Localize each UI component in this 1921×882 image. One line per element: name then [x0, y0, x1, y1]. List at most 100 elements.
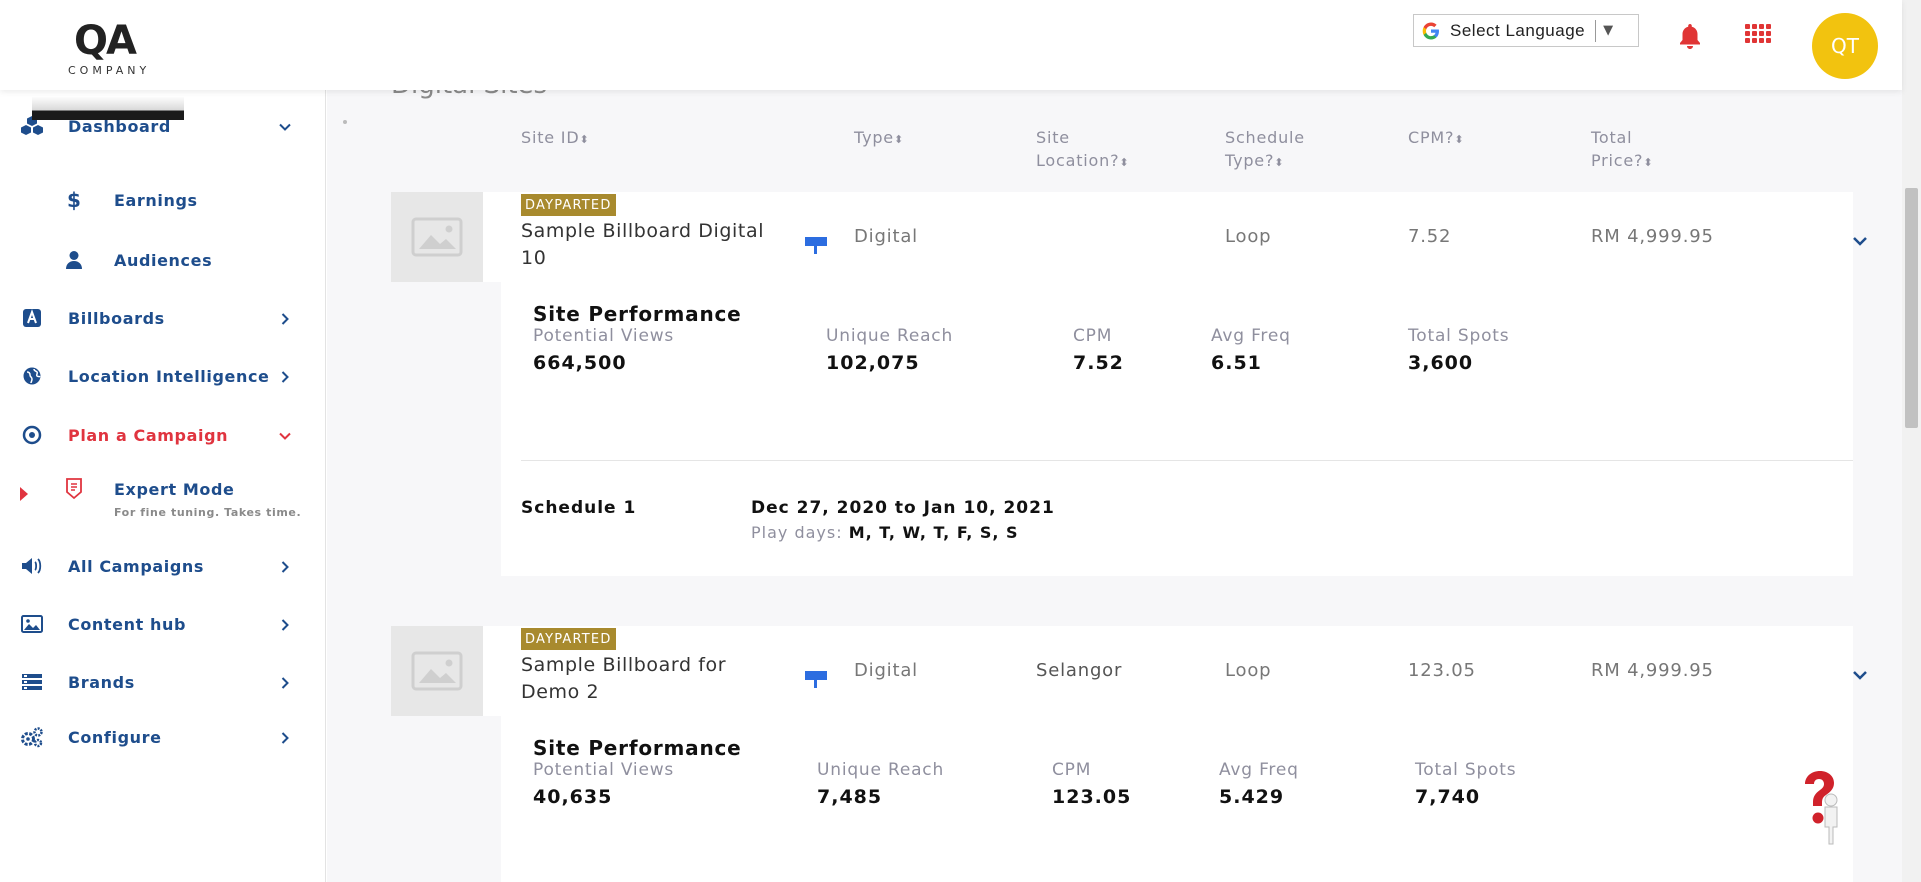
sidebar-item-audiences[interactable]: Audiences [0, 240, 326, 280]
site-performance-panel: Site Performance Potential Views 40,635 … [501, 716, 1853, 882]
user-avatar[interactable]: QT [1812, 13, 1878, 79]
sidebar-item-label: Audiences [114, 250, 213, 270]
divider [521, 460, 1853, 461]
column-header-cpm[interactable]: CPM?⬍ [1408, 126, 1464, 151]
sidebar-item-billboards[interactable]: Billboards [0, 298, 326, 338]
logo-strip [32, 96, 184, 120]
metric-label: Total Spots [1415, 760, 1517, 780]
scrollbar-thumb[interactable] [1905, 188, 1918, 428]
sidebar-item-label: Content hub [68, 614, 187, 634]
image-placeholder-icon [411, 651, 463, 691]
logo-wordmark: COMPANY [68, 64, 151, 77]
language-select[interactable]: Select Language ▼ [1413, 14, 1639, 47]
image-placeholder-icon [411, 217, 463, 257]
billboard-icon [20, 306, 44, 330]
sort-icon: ⬍ [1119, 156, 1130, 169]
top-header: QA COMPANY Select Language ▼ QT [0, 0, 1902, 120]
site-name[interactable]: Sample Billboard Digital 10 [521, 218, 791, 272]
globe-icon [20, 364, 44, 388]
chevron-down-icon[interactable] [1852, 666, 1868, 680]
language-label: Select Language [1450, 20, 1586, 40]
sidebar-item-label: Configure [68, 727, 162, 747]
metric-value: 6.51 [1211, 352, 1262, 374]
scrollbar[interactable] [1902, 0, 1921, 882]
language-divider [1595, 19, 1597, 42]
main-content: Digital Sites Site ID⬍ Type⬍ Site Locati… [327, 90, 1902, 882]
image-icon [20, 612, 44, 636]
sidebar-item-label: Location Intelligence [68, 366, 270, 386]
sidebar-item-content-hub[interactable]: Content hub [0, 604, 326, 644]
column-header-total-price[interactable]: Total Price?⬍ [1591, 126, 1653, 174]
schedule-label: Schedule 1 [521, 498, 637, 518]
chevron-right-icon [278, 617, 292, 631]
sort-icon: ⬍ [579, 133, 590, 146]
chevron-right-icon [278, 675, 292, 689]
metric-value: 5.429 [1219, 786, 1285, 808]
metric-label: Unique Reach [826, 326, 954, 346]
metric-value: 40,635 [533, 786, 613, 808]
google-icon [1418, 18, 1444, 44]
expert-mode-hint: For fine tuning. Takes time. [114, 506, 302, 519]
company-logo[interactable]: QA COMPANY [32, 12, 184, 120]
help-icon[interactable] [1797, 770, 1845, 846]
chevron-down-icon [278, 428, 292, 442]
sort-icon: ⬍ [1643, 156, 1654, 169]
apps-grid-icon[interactable] [1745, 24, 1771, 46]
metric-value: 664,500 [533, 352, 627, 374]
sidebar-item-label: Earnings [114, 190, 198, 210]
chevron-down-icon[interactable] [1852, 232, 1868, 246]
sidebar-item-earnings[interactable]: $ Earnings [0, 180, 326, 220]
site-location: Selangor [1036, 660, 1123, 681]
metric-value: 7.52 [1073, 352, 1124, 374]
app-window: QA COMPANY Select Language ▼ QT Dashboar… [0, 0, 1921, 882]
section-title: Digital Sites [391, 90, 547, 100]
chevron-down-icon [278, 119, 292, 133]
metric-value: 7,485 [817, 786, 883, 808]
chevron-right-icon [278, 559, 292, 573]
table-row[interactable]: DAYPARTED Sample Billboard for Demo 2 Di… [391, 626, 1867, 716]
sidebar-item-plan-a-campaign[interactable]: Plan a Campaign [0, 415, 326, 455]
user-icon [62, 248, 86, 272]
column-header-schedule-type[interactable]: Schedule Type?⬍ [1225, 126, 1305, 174]
metric-value: 7,740 [1415, 786, 1481, 808]
perf-title: Site Performance [533, 736, 742, 760]
site-name[interactable]: Sample Billboard for Demo 2 [521, 652, 791, 706]
table-row[interactable]: DAYPARTED Sample Billboard Digital 10 Di… [391, 192, 1867, 282]
sort-icon: ⬍ [893, 133, 904, 146]
metric-value: 3,600 [1408, 352, 1474, 374]
total-price: RM 4,999.95 [1591, 226, 1714, 247]
column-header-type[interactable]: Type⬍ [854, 126, 904, 151]
metric-label: Potential Views [533, 326, 675, 346]
total-price: RM 4,999.95 [1591, 660, 1714, 681]
metric-value: 123.05 [1052, 786, 1132, 808]
metric-label: Avg Freq [1211, 326, 1291, 346]
billboard-flag-icon [805, 234, 827, 256]
list-icon [20, 670, 44, 694]
logo-mark: QA [74, 18, 137, 64]
metric-label: Avg Freq [1219, 760, 1299, 780]
sort-icon: ⬍ [1274, 156, 1285, 169]
metric-label: Potential Views [533, 760, 675, 780]
column-header-site-id[interactable]: Site ID⬍ [521, 126, 589, 151]
schedule-days: Play days: M, T, W, T, F, S, S [751, 523, 1019, 542]
site-thumbnail [391, 192, 483, 282]
collapse-dot[interactable] [343, 120, 347, 124]
sidebar-item-all-campaigns[interactable]: All Campaigns [0, 546, 326, 586]
sidebar-item-label: Brands [68, 672, 135, 692]
sidebar-item-brands[interactable]: Brands [0, 662, 326, 702]
chevron-right-icon [278, 730, 292, 744]
dollar-icon: $ [67, 188, 81, 212]
speaker-icon [20, 554, 44, 578]
sort-icon: ⬍ [1454, 133, 1465, 146]
sidebar-item-label: Plan a Campaign [68, 425, 229, 445]
chevron-down-icon: ▼ [1603, 23, 1614, 38]
sidebar-item-location-intelligence[interactable]: Location Intelligence [0, 356, 326, 396]
sidebar-item-expert-mode[interactable]: Expert Mode [0, 469, 326, 509]
site-performance-panel: Site Performance Potential Views 664,500… [501, 282, 1853, 576]
site-cpm: 7.52 [1408, 226, 1452, 247]
bell-icon[interactable] [1677, 22, 1703, 50]
billboard-flag-icon [805, 668, 827, 690]
sidebar-item-configure[interactable]: Configure [0, 717, 326, 757]
metric-label: CPM [1073, 326, 1113, 346]
column-header-site-location[interactable]: Site Location?⬍ [1036, 126, 1129, 174]
